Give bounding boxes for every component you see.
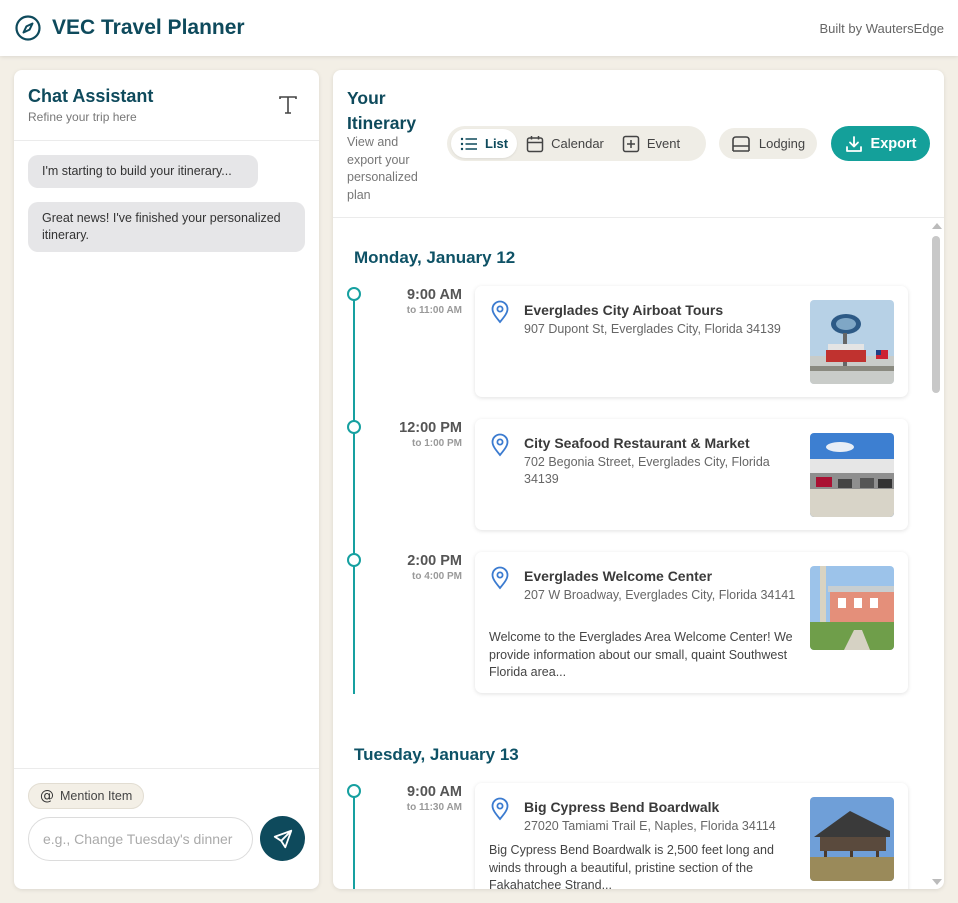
app-title: VEC Travel Planner [52,16,245,39]
event-end-time: to 4:00 PM [411,571,462,582]
event-address: 27020 Tamiami Trail E, Naples, Florida 3… [524,819,776,833]
itinerary-header: Your Itinerary View and export your pers… [333,70,944,218]
event-name: Everglades City Airboat Tours [524,302,724,318]
event-end-time: to 1:00 PM [411,438,462,449]
mention-item-label: Mention Item [60,789,133,803]
itinerary-list[interactable]: Monday, January 12 9:00 AM to 11:00 AM E… [333,218,944,889]
lodging-button[interactable]: Lodging [719,128,817,159]
lodging-label: Lodging [758,136,806,151]
event-start-time: 12:00 PM [399,420,462,436]
event-photo-welcome-center [810,566,894,650]
view-toggle: List Calendar Event [447,126,706,161]
timeline-line [353,294,355,694]
itinerary-panel: Your Itinerary View and export your pers… [333,70,944,889]
location-pin-icon [491,433,509,457]
event-time: 2:00 PM to 4:00 PM [369,553,462,582]
event-name: City Seafood Restaurant & Market [524,435,750,451]
download-icon [845,135,862,152]
chat-message-input[interactable] [28,816,253,861]
event-photo-seafood [810,433,894,517]
export-button[interactable]: Export [831,126,930,161]
send-icon [273,829,292,848]
timeline-dot [347,420,361,434]
event-name: Big Cypress Bend Boardwalk [524,799,720,815]
compass-icon [15,15,41,41]
day-heading: Monday, January 12 [354,248,516,267]
chat-footer: @ Mention Item [14,768,319,889]
mention-item-button[interactable]: @ Mention Item [28,783,145,809]
event-end-time: to 11:00 AM [406,305,462,316]
chat-header: Chat Assistant Refine your trip here [14,70,319,141]
location-pin-icon [491,300,509,324]
export-label: Export [870,135,917,152]
assistant-message: Great news! I've finished your personali… [28,202,305,252]
scroll-down-arrow[interactable] [932,879,942,885]
event-photo-airboat [810,300,894,384]
event-time: 9:00 AM to 11:00 AM [369,287,462,316]
event-start-time: 2:00 PM [407,553,462,569]
event-card-cypress-boardwalk[interactable]: Big Cypress Bend Boardwalk 27020 Tamiami… [475,783,908,889]
built-by-credit: Built by WautersEdge [819,20,944,36]
event-description: Welcome to the Everglades Area Welcome C… [489,630,793,679]
event-card-city-seafood[interactable]: City Seafood Restaurant & Market 702 Beg… [475,419,908,530]
day-heading: Tuesday, January 13 [354,745,519,764]
at-sign-icon: @ [40,788,54,804]
list-view-label: List [485,136,509,151]
event-description: Big Cypress Bend Boardwalk is 2,500 feet… [489,843,774,889]
calendar-view-label: Calendar [551,136,604,151]
chat-panel: Chat Assistant Refine your trip here I'm… [14,70,319,889]
event-end-time: to 11:30 AM [406,802,462,813]
event-address: 907 Dupont St, Everglades City, Florida … [524,322,781,336]
event-time: 9:00 AM to 11:30 AM [369,784,462,813]
location-pin-icon [491,797,509,821]
timeline-dot [347,553,361,567]
top-bar: VEC Travel Planner Built by WautersEdge [0,0,958,56]
event-view-label: Event [646,136,681,151]
calendar-icon [526,135,544,152]
list-icon [460,137,477,150]
chat-subtitle: Refine your trip here [28,110,137,124]
event-photo-boardwalk [810,797,894,881]
scroll-thumb[interactable] [932,236,940,393]
timeline-dot [347,287,361,301]
event-card-welcome-center[interactable]: Everglades Welcome Center 207 W Broadway… [475,552,908,693]
event-start-time: 9:00 AM [406,784,462,800]
event-start-time: 9:00 AM [406,287,462,303]
event-view-button[interactable]: Event [613,129,689,158]
itinerary-subtitle: View and export your personalized plan [347,135,418,202]
list-view-button[interactable]: List [451,129,518,158]
message-list: I'm starting to build your itinerary... … [14,141,319,266]
scrollbar[interactable] [929,218,944,889]
bed-icon [732,135,750,152]
add-event-icon [622,135,640,152]
event-address: 702 Begonia Street, Everglades City, Flo… [524,455,770,486]
scroll-up-arrow[interactable] [932,223,942,229]
itinerary-title: Your Itinerary [347,88,417,133]
timeline-line [353,791,355,889]
event-address: 207 W Broadway, Everglades City, Florida… [524,588,796,602]
event-card-airboat-tours[interactable]: Everglades City Airboat Tours 907 Dupont… [475,286,908,397]
chat-title: Chat Assistant [28,86,154,106]
event-time: 12:00 PM to 1:00 PM [369,420,462,449]
calendar-view-button[interactable]: Calendar [517,129,613,158]
text-format-icon[interactable] [277,94,299,116]
send-button[interactable] [260,816,305,861]
timeline-dot [347,784,361,798]
assistant-message: I'm starting to build your itinerary... [28,155,258,188]
location-pin-icon [491,566,509,590]
event-name: Everglades Welcome Center [524,568,713,584]
